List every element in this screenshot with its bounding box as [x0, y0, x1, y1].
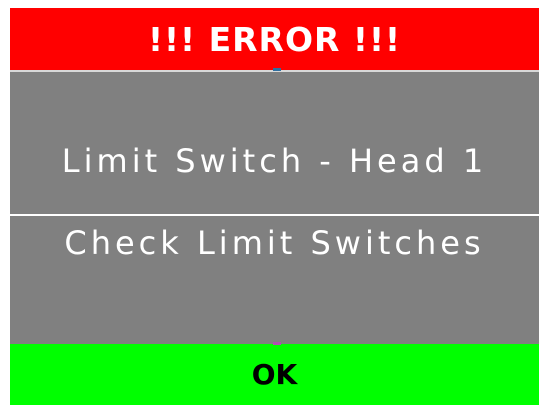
error-title: !!! ERROR !!! [10, 8, 539, 70]
ok-button[interactable]: OK [10, 344, 539, 405]
message-panel: Limit Switch - Head 1 Check Limit Switch… [10, 70, 539, 344]
bottom-resize-marker [273, 342, 281, 345]
error-instruction: Check Limit Switches [64, 224, 485, 262]
error-message: Limit Switch - Head 1 [61, 142, 488, 180]
message-divider [10, 214, 539, 216]
top-resize-marker [273, 68, 281, 71]
error-dialog: !!! ERROR !!! Limit Switch - Head 1 Chec… [10, 8, 539, 405]
